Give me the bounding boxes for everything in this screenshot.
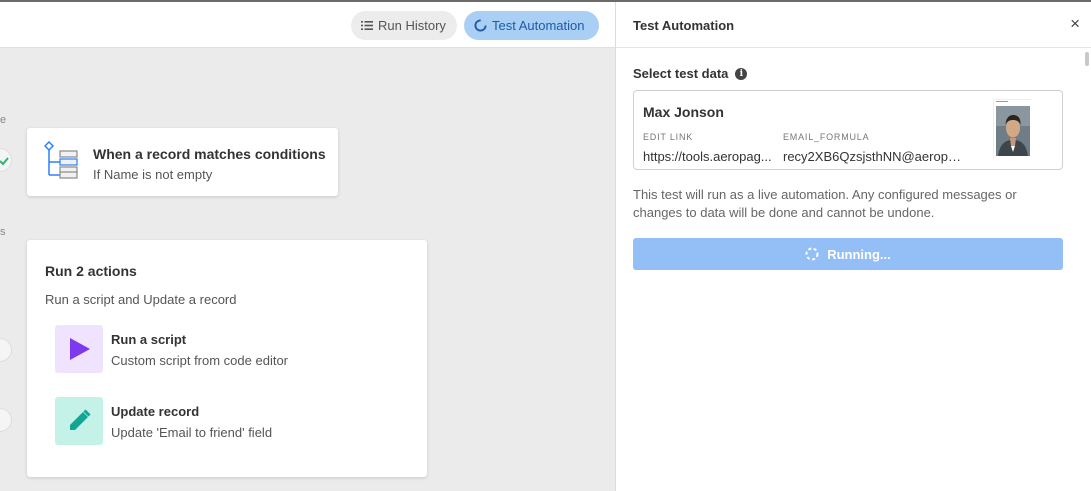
field-value-edit-link: https://tools.aeropag... xyxy=(643,149,772,164)
record-name: Max Jonson xyxy=(643,104,724,120)
spinner-icon xyxy=(805,247,819,261)
action-subtitle: Update 'Email to friend' field xyxy=(111,425,273,440)
record-attachment-thumbnail[interactable] xyxy=(993,99,1032,160)
trigger-card[interactable]: When a record matches conditions If Name… xyxy=(27,128,338,196)
run-history-label: Run History xyxy=(378,18,446,33)
field-label-email-formula: EMAIL_FORMULA xyxy=(783,132,870,142)
running-button[interactable]: Running... xyxy=(633,238,1063,270)
action-update-record[interactable]: Update record Update 'Email to friend' f… xyxy=(55,397,395,445)
panel-header: Test Automation × xyxy=(616,2,1091,48)
actions-subtitle: Run a script and Update a record xyxy=(45,292,237,307)
action-icon-box xyxy=(55,325,103,373)
action-title: Update record xyxy=(111,404,200,419)
test-automation-label: Test Automation xyxy=(492,18,585,33)
actions-title: Run 2 actions xyxy=(45,263,137,279)
action-title: Run a script xyxy=(111,332,187,347)
close-icon[interactable]: × xyxy=(1070,15,1080,32)
canvas-toolbar: Run History Test Automation xyxy=(0,2,615,48)
trigger-subtitle: If Name is not empty xyxy=(93,167,213,182)
add-step-indicator[interactable] xyxy=(0,338,12,362)
action-subtitle: Custom script from code editor xyxy=(111,353,289,368)
play-icon xyxy=(70,338,90,360)
conditions-tree-icon xyxy=(44,141,78,179)
trigger-status-indicator xyxy=(0,148,12,172)
select-test-data-text: Select test data xyxy=(633,66,729,81)
info-icon[interactable]: i xyxy=(735,67,748,80)
check-icon xyxy=(0,157,9,166)
list-icon xyxy=(361,21,373,30)
live-automation-warning: This test will run as a live automation.… xyxy=(633,187,1017,220)
field-label-edit-link: EDIT LINK xyxy=(643,132,694,142)
action-icon-box xyxy=(55,397,103,445)
running-label: Running... xyxy=(827,246,891,262)
field-value-email-formula: recy2XB6QzsjsthNN@aeropa... xyxy=(783,149,963,164)
spinner-icon xyxy=(474,19,487,32)
actions-card[interactable]: Run 2 actions Run a script and Update a … xyxy=(27,240,427,477)
test-record-card[interactable]: Max Jonson EDIT LINK https://tools.aerop… xyxy=(633,90,1063,170)
trigger-title: When a record matches conditions xyxy=(93,146,326,162)
select-test-data-label: Select test data i xyxy=(633,66,748,81)
scrollbar[interactable] xyxy=(1085,52,1089,66)
panel-title: Test Automation xyxy=(633,18,735,33)
automation-canvas: Run History Test Automation e s When a r… xyxy=(0,2,615,491)
run-history-button[interactable]: Run History xyxy=(351,11,457,40)
action-run-script[interactable]: Run a script Custom script from code edi… xyxy=(55,325,395,373)
edge-label-fragment: e xyxy=(0,114,7,126)
edge-label-fragment: s xyxy=(0,226,6,238)
add-step-indicator[interactable] xyxy=(0,408,12,432)
pencil-icon xyxy=(70,409,91,430)
portrait-photo xyxy=(994,100,1032,160)
test-automation-button[interactable]: Test Automation xyxy=(464,11,599,40)
test-automation-panel: Test Automation × Select test data i Max… xyxy=(615,2,1091,491)
